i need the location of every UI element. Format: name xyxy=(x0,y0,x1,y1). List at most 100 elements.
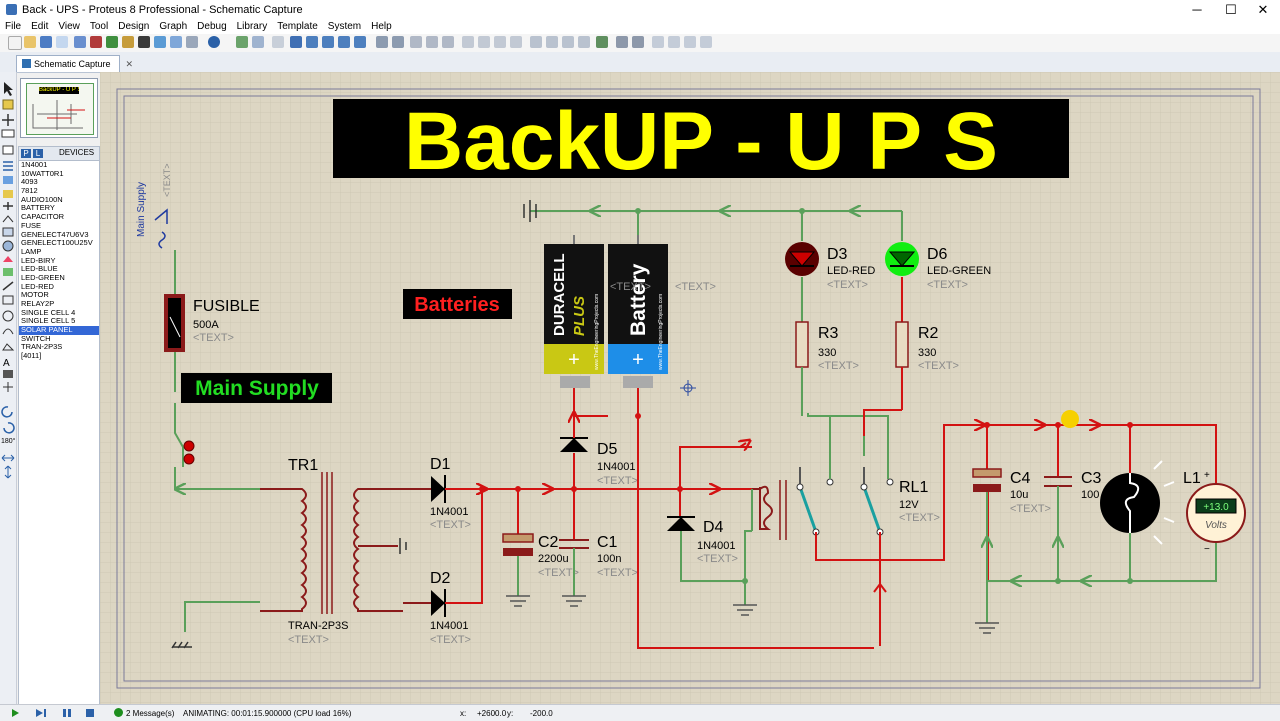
terminal-mode-icon[interactable] xyxy=(3,190,13,198)
graph-mode-icon[interactable] xyxy=(2,215,14,223)
probe-mode-icon[interactable] xyxy=(3,256,13,262)
cut-icon[interactable] xyxy=(410,36,422,48)
close-project-icon[interactable] xyxy=(56,36,68,48)
device-list-item[interactable]: MOTOR xyxy=(19,291,99,300)
refresh-icon[interactable] xyxy=(236,36,248,48)
library-manager-button[interactable]: L xyxy=(33,149,43,158)
device-list-item[interactable]: LED-GREEN xyxy=(19,274,99,283)
search-tag-icon[interactable] xyxy=(616,36,628,48)
tape-mode-icon[interactable] xyxy=(2,227,14,237)
schematic-canvas[interactable]: BackUP - U P S Main Supply <TEXT> FUSIBL… xyxy=(100,72,1280,704)
zoom-all-icon[interactable] xyxy=(338,36,350,48)
open-folder-icon[interactable] xyxy=(24,36,36,48)
box-mode-icon[interactable] xyxy=(2,295,14,305)
schematic-icon[interactable] xyxy=(90,36,102,48)
menu-graph[interactable]: Graph xyxy=(154,20,192,34)
generator-mode-icon[interactable] xyxy=(2,240,14,252)
design-explorer-icon[interactable] xyxy=(186,36,198,48)
menu-system[interactable]: System xyxy=(323,20,366,34)
select-mode-icon[interactable] xyxy=(4,82,13,96)
battery-generic[interactable]: + Battery www.TheEngineeringProjects.com xyxy=(608,235,668,388)
play-button[interactable] xyxy=(12,709,19,717)
menu-debug[interactable]: Debug xyxy=(192,20,231,34)
source-code-icon[interactable] xyxy=(170,36,182,48)
remove-sheet-icon[interactable] xyxy=(668,36,680,48)
gerber-icon[interactable] xyxy=(138,36,150,48)
device-list-item[interactable]: FUSE xyxy=(19,222,99,231)
path-mode-icon[interactable] xyxy=(2,343,15,351)
text-script-mode-icon[interactable] xyxy=(2,145,14,155)
pan-icon[interactable] xyxy=(290,36,302,48)
switch-contact-bottom[interactable] xyxy=(183,453,195,465)
menu-edit[interactable]: Edit xyxy=(26,20,53,34)
redo-icon[interactable] xyxy=(392,36,404,48)
copy-icon[interactable] xyxy=(426,36,438,48)
mirror-x-icon[interactable] xyxy=(1,454,15,462)
device-list-item[interactable]: LED-RED xyxy=(19,283,99,292)
step-button[interactable] xyxy=(36,709,43,717)
close-button[interactable]: ✕ xyxy=(1246,0,1280,20)
block-rotate-icon[interactable] xyxy=(494,36,506,48)
menu-template[interactable]: Template xyxy=(272,20,323,34)
junction-mode-icon[interactable] xyxy=(2,114,14,126)
home-icon[interactable] xyxy=(74,36,86,48)
menu-file[interactable]: File xyxy=(0,20,26,34)
device-list-item[interactable]: [4011] xyxy=(19,352,99,361)
device-list-item[interactable]: GENELECT47U6V3 xyxy=(19,231,99,240)
block-copy-icon[interactable] xyxy=(462,36,474,48)
component-mode-icon[interactable] xyxy=(2,99,14,110)
3d-icon[interactable] xyxy=(122,36,134,48)
device-list-item[interactable]: AUDIO100N xyxy=(19,196,99,205)
device-list-item[interactable]: 4093 xyxy=(19,178,99,187)
device-list-item[interactable]: SOLAR PANEL xyxy=(19,326,99,335)
instrument-mode-icon[interactable] xyxy=(3,268,13,276)
menu-library[interactable]: Library xyxy=(232,20,273,34)
save-icon[interactable] xyxy=(40,36,52,48)
device-list-item[interactable]: SINGLE CELL 4 xyxy=(19,309,99,318)
block-delete-icon[interactable] xyxy=(510,36,522,48)
minimize-button[interactable]: ─ xyxy=(1180,0,1214,20)
pick-devices-button[interactable]: P xyxy=(21,149,31,158)
rotate-cw-icon[interactable] xyxy=(1,406,13,418)
tab-close-icon[interactable]: ✕ xyxy=(125,56,133,72)
exit-to-parent-icon[interactable] xyxy=(684,36,696,48)
device-list-item[interactable]: 10WATT0R1 xyxy=(19,170,99,179)
device-list-item[interactable]: CAPACITOR xyxy=(19,213,99,222)
new-file-icon[interactable] xyxy=(8,36,22,50)
circle-mode-icon[interactable] xyxy=(2,310,14,322)
subcircuit-mode-icon[interactable] xyxy=(3,176,13,184)
menu-tool[interactable]: Tool xyxy=(85,20,113,34)
schematic-svg[interactable]: BackUP - U P S Main Supply <TEXT> FUSIBL… xyxy=(100,72,1280,704)
device-list-item[interactable]: LED-BLUE xyxy=(19,265,99,274)
stop-button[interactable] xyxy=(86,709,94,717)
device-list-item[interactable]: SINGLE CELL 5 xyxy=(19,317,99,326)
device-list-item[interactable]: GENELECT100U25V xyxy=(19,239,99,248)
text-mode-icon[interactable]: A xyxy=(3,358,10,369)
block-move-icon[interactable] xyxy=(478,36,490,48)
switch-contact-top[interactable] xyxy=(183,440,195,452)
paste-icon[interactable] xyxy=(442,36,454,48)
line-mode-icon[interactable] xyxy=(2,281,14,291)
device-list-item[interactable]: SWITCH xyxy=(19,335,99,344)
marker-mode-icon[interactable] xyxy=(3,382,13,392)
device-list-item[interactable]: BATTERY xyxy=(19,204,99,213)
device-list-item[interactable]: LED-BIRY xyxy=(19,257,99,266)
menu-help[interactable]: Help xyxy=(366,20,397,34)
tab-schematic-capture[interactable]: Schematic Capture ✕ xyxy=(16,55,133,72)
new-sheet-icon[interactable] xyxy=(652,36,664,48)
decompose-icon[interactable] xyxy=(578,36,590,48)
symbol-mode-icon[interactable] xyxy=(3,370,13,378)
device-list-item[interactable]: 1N4001 xyxy=(19,161,99,170)
rotate-ccw-icon[interactable] xyxy=(3,422,15,434)
package-tool-icon[interactable] xyxy=(562,36,574,48)
zoom-area-icon[interactable] xyxy=(354,36,366,48)
menu-design[interactable]: Design xyxy=(113,20,154,34)
arc-mode-icon[interactable] xyxy=(2,328,14,335)
device-list-item[interactable]: 7812 xyxy=(19,187,99,196)
grid-icon[interactable] xyxy=(252,36,264,48)
menu-view[interactable]: View xyxy=(53,20,85,34)
wire-label-mode-icon[interactable] xyxy=(1,129,15,138)
overview-window[interactable]: BackUP - U P S xyxy=(20,78,98,138)
pick-device-icon[interactable] xyxy=(530,36,542,48)
bus-mode-icon[interactable] xyxy=(3,161,13,171)
